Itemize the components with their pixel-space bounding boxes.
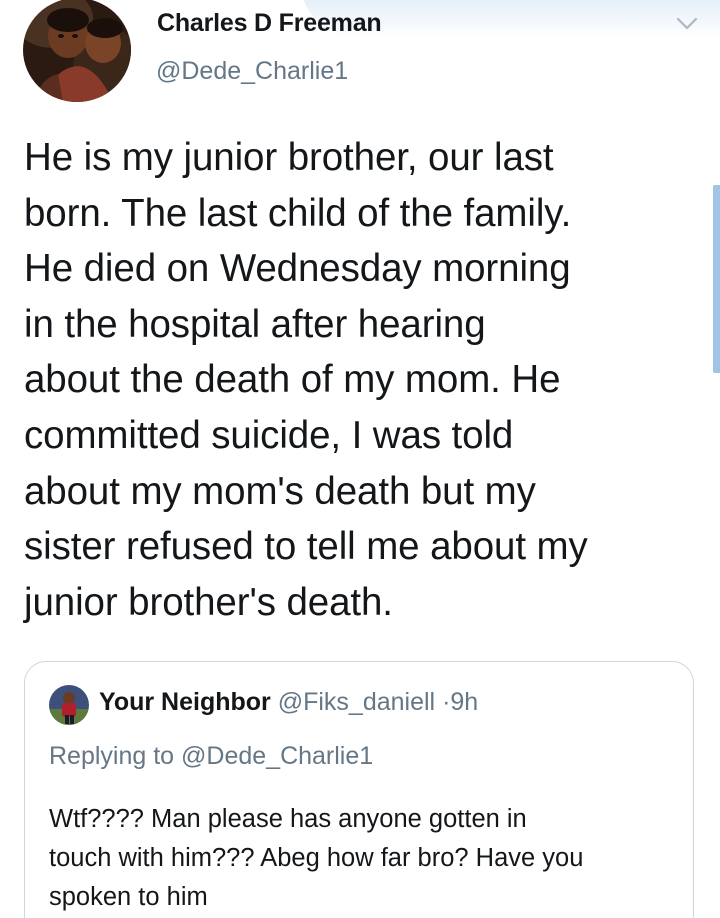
quoted-text-line: Wtf???? Man please has anyone gotten in [49,805,527,833]
quoted-handle[interactable]: @Fiks_daniell [278,688,435,716]
tweet-text-line: born. The last child of the family. [24,191,572,235]
quoted-tweet-header: Your Neighbor @Fiks_daniell ·9h [99,688,478,717]
quoted-tweet-card[interactable]: Your Neighbor @Fiks_daniell ·9h Replying… [24,661,694,918]
quoted-text-line: touch with him??? Abeg how far bro? Have… [49,844,584,872]
tweet-text-line: He is my junior brother, our last [24,136,554,179]
quoted-author-avatar[interactable] [49,685,89,725]
tweet-view: Charles D Freeman @Dede_Charlie1 He is m… [0,0,720,918]
tweet-text-line: about the death of my mom. He [24,358,561,402]
scrollbar[interactable] [713,185,720,373]
profile-photo-icon [49,685,89,725]
tweet-text-line: sister refused to tell me about my [24,525,588,569]
tweet-text-line: about my mom's death but my [24,469,536,513]
author-avatar[interactable] [23,0,131,102]
tweet-text-line: in the hospital after hearing [24,302,486,346]
quoted-text-line: spoken to him [49,883,208,911]
tweet-text-line: junior brother's death. [24,580,393,624]
quoted-display-name[interactable]: Your Neighbor [99,688,271,716]
quoted-tweet-body: Wtf???? Man please has anyone gotten in … [49,800,689,917]
author-handle[interactable]: @Dede_Charlie1 [156,57,348,86]
author-display-name[interactable]: Charles D Freeman [157,9,382,38]
replying-to-label[interactable]: Replying to @Dede_Charlie1 [49,742,373,771]
profile-photo-icon [23,0,131,102]
quoted-timestamp[interactable]: 9h [450,688,478,716]
tweet-body: He is my junior brother, our last born. … [24,130,704,630]
tweet-text-line: committed suicide, I was told [24,413,514,457]
tweet-text-line: He died on Wednesday morning [24,247,571,291]
chevron-down-icon[interactable] [676,16,698,32]
